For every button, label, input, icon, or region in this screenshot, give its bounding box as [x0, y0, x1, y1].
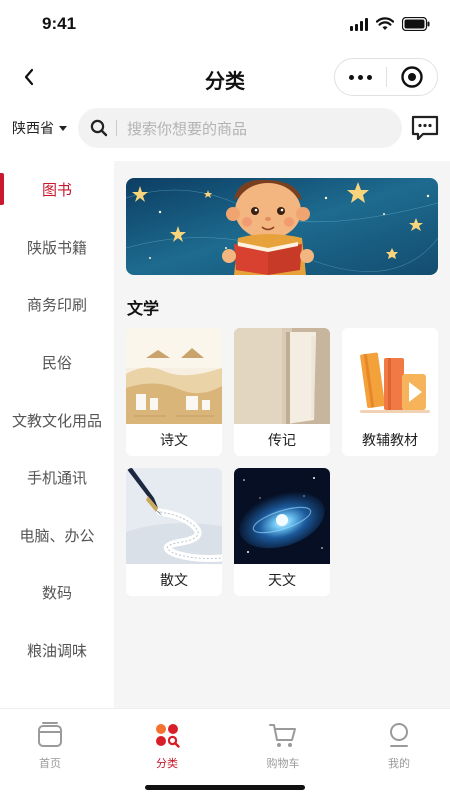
- tab-cart[interactable]: 购物车: [227, 721, 339, 781]
- status-time: 9:41: [42, 14, 77, 33]
- more-dot-icon: [348, 74, 354, 80]
- signal-icon: [350, 17, 368, 31]
- sidebar-item-label: 手机通讯: [26, 469, 87, 488]
- sidebar-item-digital[interactable]: 数码: [0, 564, 114, 622]
- home-icon: [38, 722, 62, 747]
- more-button[interactable]: [335, 58, 386, 96]
- category-sidebar: 图书 陕版书籍 商务印刷 民俗 文教文化用品 手机通讯 电脑、办公 数码 粮油调…: [0, 161, 114, 708]
- sidebar-item-label: 粮油调味: [26, 642, 87, 661]
- subcategory-label: 诗文: [160, 433, 188, 449]
- wifi-icon: [376, 17, 394, 30]
- subcategory-label: 传记: [268, 433, 296, 449]
- tab-bar: 首页 分类 购物车 我的: [0, 708, 450, 800]
- tab-label: 首页: [39, 757, 61, 770]
- galaxy-image: [234, 468, 330, 564]
- target-icon: [401, 66, 423, 88]
- subcategory-card-prose[interactable]: 散文: [126, 468, 222, 596]
- province-label: 陕西省: [12, 121, 54, 137]
- section-title: 文学: [127, 299, 160, 318]
- sidebar-item-folk-customs[interactable]: 民俗: [0, 334, 114, 392]
- sidebar-item-label: 电脑、办公: [19, 526, 95, 545]
- sidebar-item-label: 数码: [41, 584, 72, 603]
- sidebar-item-books[interactable]: 图书: [0, 161, 114, 219]
- subcategory-label: 天文: [268, 573, 296, 589]
- home-indicator: [145, 785, 305, 790]
- search-input[interactable]: 搜索你想要的商品: [78, 108, 402, 148]
- mini-program-capsule: [334, 58, 438, 96]
- sidebar-item-mobile-phones[interactable]: 手机通讯: [0, 449, 114, 507]
- sidebar-item-shaanxi-books[interactable]: 陕版书籍: [0, 219, 114, 277]
- sidebar-item-label: 文教文化用品: [11, 411, 102, 430]
- message-icon: [411, 115, 439, 141]
- message-button[interactable]: [410, 114, 440, 142]
- open-book-image: [234, 328, 330, 424]
- sidebar-item-stationery[interactable]: 文教文化用品: [0, 391, 114, 449]
- sidebar-item-grain-oil[interactable]: 粮油调味: [0, 622, 114, 680]
- more-dot-icon: [366, 74, 372, 80]
- subcategory-label: 教辅教材: [362, 433, 418, 449]
- province-selector[interactable]: 陕西省: [12, 118, 67, 138]
- back-button[interactable]: [14, 62, 44, 92]
- tab-home[interactable]: 首页: [0, 721, 106, 781]
- child-reading-illustration: [126, 178, 438, 275]
- status-icons: [350, 17, 430, 31]
- status-bar: 9:41: [0, 0, 450, 50]
- subcategory-label: 散文: [160, 573, 188, 589]
- profile-icon: [390, 723, 408, 747]
- books-play-image: [342, 328, 438, 424]
- search-row: 陕西省 搜索你想要的商品: [0, 106, 450, 150]
- chevron-left-icon: [24, 68, 34, 86]
- search-divider: [116, 120, 117, 136]
- caret-down-icon: [59, 125, 67, 131]
- sidebar-item-label: 商务印刷: [26, 296, 87, 315]
- sidebar-item-commercial-printing[interactable]: 商务印刷: [0, 276, 114, 334]
- category-content: 文学 诗文 传记 教辅教材 散文 天文: [114, 161, 450, 708]
- battery-icon: [402, 17, 430, 31]
- subcategory-card-textbooks[interactable]: 教辅教材: [342, 328, 438, 456]
- subcategory-card-biography[interactable]: 传记: [234, 328, 330, 456]
- tab-profile[interactable]: 我的: [343, 721, 450, 781]
- category-icon: [156, 724, 180, 748]
- subcategory-card-poetry[interactable]: 诗文: [126, 328, 222, 456]
- cart-icon: [269, 724, 296, 747]
- fountain-pen-image: [126, 468, 222, 564]
- search-icon: [90, 119, 108, 137]
- close-mini-program-button[interactable]: [386, 58, 437, 96]
- more-dot-icon: [357, 74, 363, 80]
- search-placeholder: 搜索你想要的商品: [127, 119, 248, 138]
- sidebar-item-label: 民俗: [41, 354, 72, 373]
- poetry-image: [126, 328, 222, 424]
- sidebar-item-computers-office[interactable]: 电脑、办公: [0, 507, 114, 565]
- tab-label: 购物车: [266, 757, 300, 770]
- tab-label: 分类: [156, 757, 178, 770]
- sidebar-item-label: 图书: [41, 181, 72, 200]
- subcategory-card-astronomy[interactable]: 天文: [234, 468, 330, 596]
- promo-banner[interactable]: [126, 178, 438, 275]
- sidebar-item-label: 陕版书籍: [26, 238, 87, 257]
- tab-category[interactable]: 分类: [111, 721, 223, 781]
- tab-label: 我的: [388, 757, 410, 770]
- nav-bar: 分类: [0, 50, 450, 106]
